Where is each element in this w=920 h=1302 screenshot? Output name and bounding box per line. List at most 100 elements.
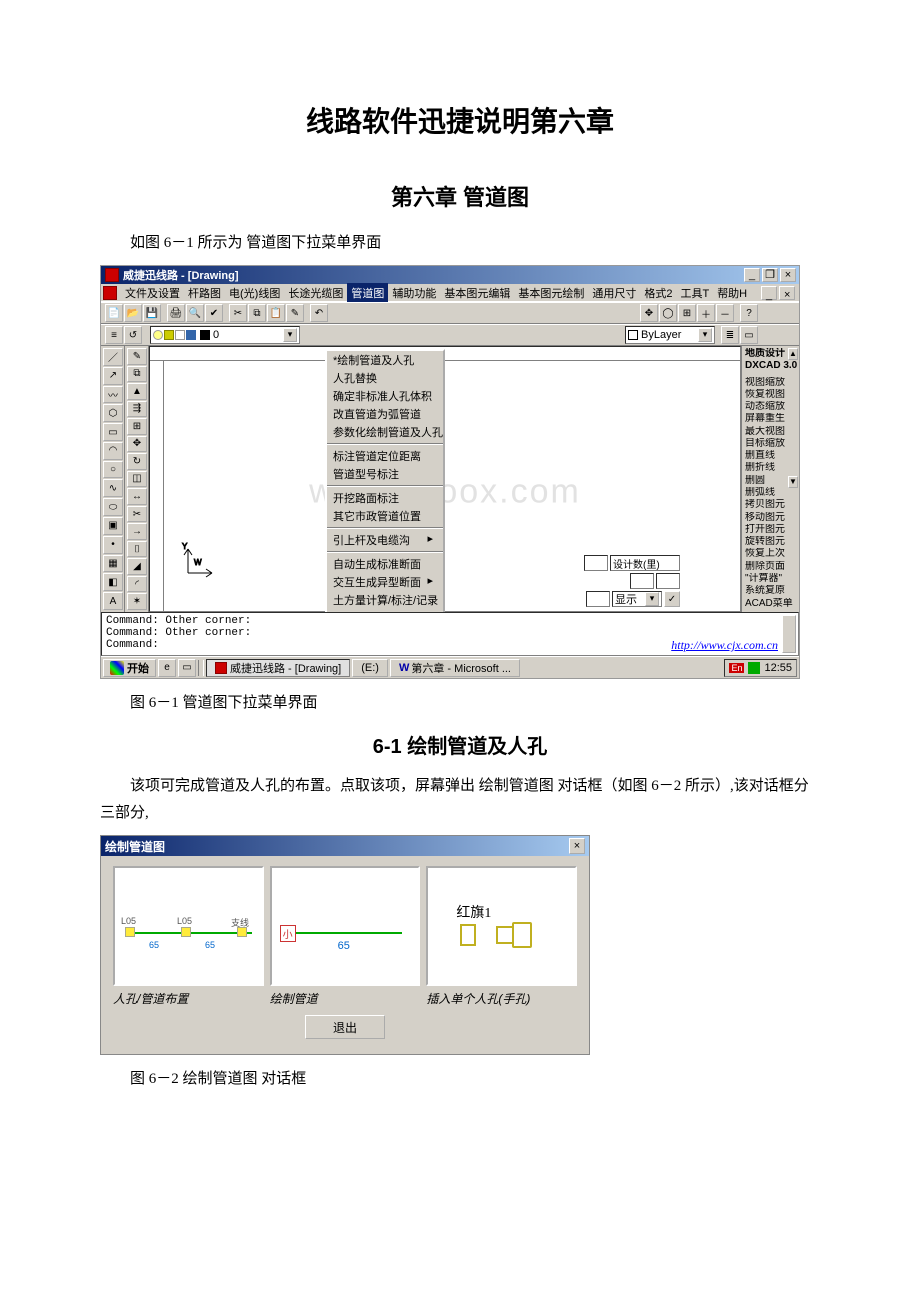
dialog-close-button[interactable]: × — [569, 838, 585, 854]
line-icon[interactable]: ／ — [103, 348, 123, 366]
rp-item[interactable]: 移动图元 — [743, 512, 798, 524]
layer-prev-icon[interactable]: ↺ — [124, 326, 142, 344]
rp-item[interactable]: 动态缩放 — [743, 401, 798, 413]
menu-item-delete-earthwork[interactable]: 删除土方量纪录 — [327, 609, 443, 612]
copy2-icon[interactable]: ⧉ — [127, 366, 147, 383]
offset-icon[interactable]: ⇶ — [127, 401, 147, 418]
menu-item-replace-manhole[interactable]: 人孔替换 — [327, 369, 443, 387]
quicklaunch-desktop-icon[interactable]: ▭ — [178, 659, 196, 677]
fillet-icon[interactable]: ◜ — [127, 576, 147, 593]
task-button-drive[interactable]: (E:) — [352, 659, 388, 677]
rp-item[interactable]: 旋转图元 — [743, 536, 798, 548]
command-line[interactable]: Command: Other corner: Command: Other co… — [101, 612, 799, 656]
trim-icon[interactable]: ✂ — [127, 506, 147, 523]
polygon-icon[interactable]: ⬡ — [103, 404, 123, 422]
rp-item[interactable]: 删折线 — [743, 462, 798, 474]
scroll-up-icon[interactable]: ▲ — [788, 348, 798, 360]
app-menu-icon[interactable] — [103, 286, 117, 300]
menu-item-excavation-label[interactable]: 开挖路面标注 — [327, 489, 443, 507]
close-button[interactable]: × — [780, 268, 796, 282]
menu-longcable[interactable]: 长途光缆图 — [284, 283, 347, 303]
rp-item[interactable]: 恢复视图 — [743, 389, 798, 401]
chevron-down-icon[interactable]: ▾ — [283, 328, 297, 342]
menu-help[interactable]: 帮助H — [713, 283, 751, 303]
spline-icon[interactable]: ∿ — [103, 479, 123, 497]
save-icon[interactable]: 💾 — [143, 304, 161, 322]
extend-icon[interactable]: → — [127, 523, 147, 540]
menu-draw[interactable]: 基本图元绘制 — [514, 283, 588, 303]
hatch-icon[interactable]: ▦ — [103, 555, 123, 573]
rect-icon[interactable]: ▭ — [103, 423, 123, 441]
layer-combo[interactable]: 0 ▾ — [150, 326, 300, 344]
layer-manager-icon[interactable]: ≡ — [105, 326, 123, 344]
new-icon[interactable]: 📄 — [105, 304, 123, 322]
arc-icon[interactable]: ◠ — [103, 442, 123, 460]
tray-icon[interactable] — [748, 662, 760, 674]
menu-dim[interactable]: 通用尺寸 — [588, 283, 640, 303]
stretch-icon[interactable]: ↔ — [127, 488, 147, 505]
circle-icon[interactable]: ○ — [103, 461, 123, 479]
menu-tools[interactable]: 工具T — [676, 283, 713, 303]
menu-cable[interactable]: 电(光)线图 — [225, 283, 284, 303]
menu-item-straight-to-arc[interactable]: 改直管道为弧管道 — [327, 405, 443, 423]
region-icon[interactable]: ◧ — [103, 573, 123, 591]
footer-url[interactable]: http://www.cjx.com.cn — [671, 638, 778, 653]
zoomwin-icon[interactable]: ⊞ — [678, 304, 696, 322]
pane-draw-pipe[interactable]: 小 65 — [270, 866, 421, 986]
pline-icon[interactable]: 〰 — [103, 386, 123, 404]
menu-item-auto-section[interactable]: 自动生成标准断面 — [327, 555, 443, 573]
block-icon[interactable]: ▣ — [103, 517, 123, 535]
cut-icon[interactable]: ✂ — [229, 304, 247, 322]
scale-icon[interactable]: ◫ — [127, 471, 147, 488]
menu-item-label-type[interactable]: 管道型号标注 — [327, 465, 443, 483]
array-icon[interactable]: ⊞ — [127, 418, 147, 435]
lineweight-icon[interactable]: ▭ — [740, 326, 758, 344]
rp-item[interactable]: 恢复上次 — [743, 548, 798, 560]
rotate-icon[interactable]: ↻ — [127, 453, 147, 470]
menu-aux[interactable]: 辅助功能 — [388, 283, 440, 303]
break-icon[interactable]: ⌷ — [127, 541, 147, 558]
menu-item-label-distance[interactable]: 标注管道定位距离 — [327, 447, 443, 465]
pane-manhole-layout[interactable]: L05 L05 支线 65 65 — [113, 866, 264, 986]
xline-icon[interactable]: ↗ — [103, 367, 123, 385]
rp-item[interactable]: 目标缩放 — [743, 438, 798, 450]
rp-item[interactable]: ACAD菜单 — [743, 598, 798, 610]
undo-icon[interactable]: ↶ — [310, 304, 328, 322]
task-button-cad[interactable]: 威捷迅线路 - [Drawing] — [206, 659, 350, 677]
copy-icon[interactable]: ⧉ — [248, 304, 266, 322]
menu-format[interactable]: 格式2 — [640, 283, 676, 303]
menu-pipe[interactable]: 管道图 — [347, 283, 388, 303]
quicklaunch-ie-icon[interactable]: e — [158, 659, 176, 677]
pan-icon[interactable]: ✥ — [640, 304, 658, 322]
rp-item[interactable]: 屏幕重生 — [743, 413, 798, 425]
menu-edit[interactable]: 基本图元编辑 — [440, 283, 514, 303]
aux-field-2[interactable] — [630, 573, 654, 589]
text-icon[interactable]: A — [103, 592, 123, 610]
chamfer-icon[interactable]: ◢ — [127, 558, 147, 575]
mdi-min-button[interactable]: _ — [761, 286, 777, 300]
scroll-down-icon[interactable]: ▼ — [788, 476, 798, 488]
drawing-canvas[interactable]: Y W www.bcoox.com *绘制管道及人孔 人孔替换 确定非标准人孔体… — [149, 346, 741, 612]
minimize-button[interactable]: _ — [744, 268, 760, 282]
zoomin-icon[interactable]: ＋ — [697, 304, 715, 322]
help-icon[interactable]: ? — [740, 304, 758, 322]
print-icon[interactable]: 🖨 — [167, 304, 185, 322]
ellipse-icon[interactable]: ⬭ — [103, 498, 123, 516]
zoomout-icon[interactable]: － — [716, 304, 734, 322]
task-button-word[interactable]: W 第六章 - Microsoft ... — [390, 659, 520, 677]
linetype-icon[interactable]: ≣ — [721, 326, 739, 344]
menu-item-riser-trench[interactable]: 引上杆及电缆沟▸ — [327, 531, 443, 549]
cmd-scrollbar[interactable] — [782, 615, 796, 653]
rp-item[interactable]: 最大视图 — [743, 426, 798, 438]
ime-indicator[interactable]: En — [729, 663, 744, 673]
pane-insert-manhole[interactable]: 红旗1 — [426, 866, 577, 986]
mdi-close-button[interactable]: × — [779, 286, 795, 300]
rp-item[interactable]: 打开图元 — [743, 524, 798, 536]
orbit-icon[interactable]: ◯ — [659, 304, 677, 322]
explode-icon[interactable]: ✶ — [127, 593, 147, 610]
aux-display-combo[interactable]: 显示▾ — [612, 591, 662, 607]
menu-item-draw-pipe[interactable]: *绘制管道及人孔 — [327, 351, 443, 369]
paste-icon[interactable]: 📋 — [267, 304, 285, 322]
erase-icon[interactable]: ✎ — [127, 348, 147, 365]
aux-apply-icon[interactable]: ✓ — [664, 591, 680, 607]
